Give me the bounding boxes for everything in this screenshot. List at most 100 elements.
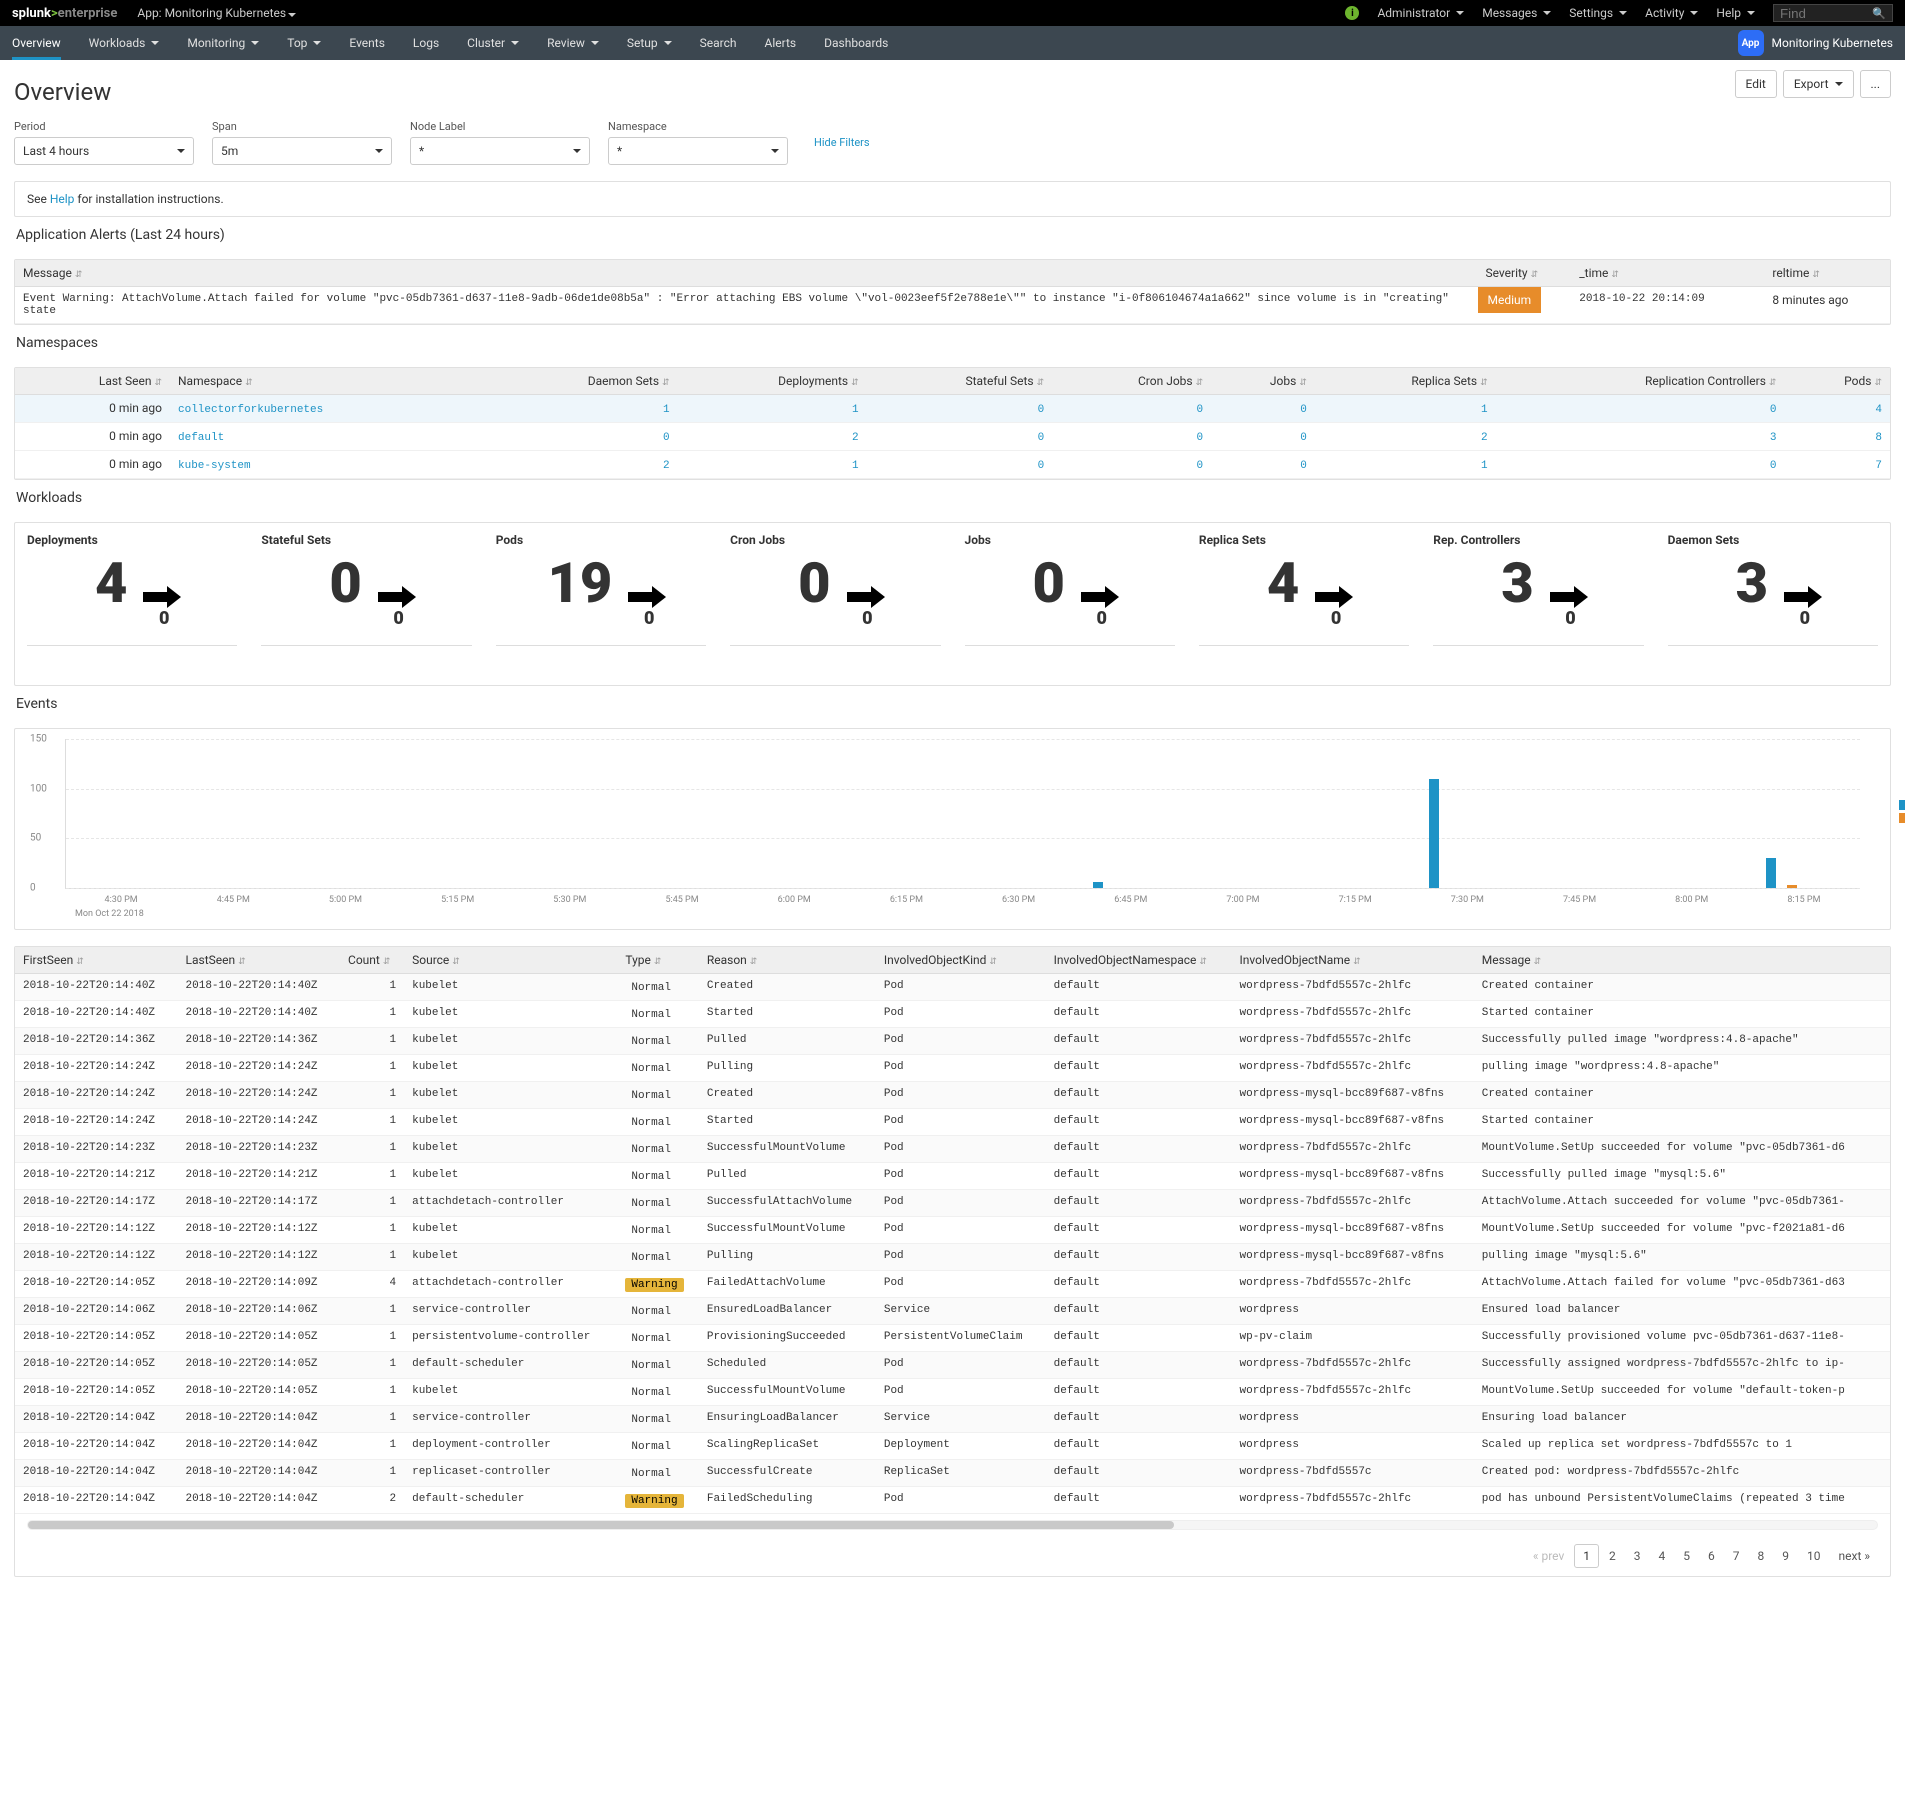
ns-value[interactable]: 0 — [1197, 460, 1204, 472]
hide-filters-link[interactable]: Hide Filters — [814, 136, 870, 149]
ns-col[interactable]: Cron Jobs⇵ — [1052, 368, 1211, 395]
ns-value[interactable]: 4 — [1875, 404, 1882, 416]
nav-search[interactable]: Search — [700, 26, 737, 60]
nav-logs[interactable]: Logs — [413, 26, 439, 60]
ns-col[interactable]: Pods⇵ — [1784, 368, 1890, 395]
ev-col[interactable]: Type⇵ — [617, 947, 698, 974]
period-dropdown[interactable]: Last 4 hours — [14, 137, 194, 165]
ns-value[interactable]: 0 — [1038, 432, 1045, 444]
ev-col[interactable]: LastSeen⇵ — [178, 947, 341, 974]
ns-link[interactable]: collectorforkubernetes — [178, 404, 323, 416]
pager-page[interactable]: 10 — [1799, 1545, 1829, 1567]
pager-next[interactable]: next » — [1831, 1545, 1878, 1567]
ev-col[interactable]: Message⇵ — [1474, 947, 1890, 974]
ns-value[interactable]: 2 — [852, 432, 859, 444]
ns-col[interactable]: Namespace⇵ — [170, 368, 486, 395]
scrollbar-thumb[interactable] — [28, 1521, 1174, 1529]
ns-value[interactable]: 0 — [1197, 432, 1204, 444]
pager-page[interactable]: 4 — [1651, 1545, 1674, 1567]
chevron-down-icon — [573, 149, 581, 153]
chevron-down-icon — [511, 41, 519, 45]
nav-setup[interactable]: Setup — [627, 26, 672, 60]
ev-col[interactable]: InvolvedObjectName⇵ — [1232, 947, 1474, 974]
messages-menu[interactable]: Messages — [1482, 6, 1551, 20]
ns-value[interactable]: 1 — [852, 404, 859, 416]
nav-monitoring[interactable]: Monitoring — [187, 26, 259, 60]
nav-overview[interactable]: Overview — [12, 26, 61, 60]
ns-value[interactable]: 0 — [1038, 460, 1045, 472]
ns-value[interactable]: 2 — [1481, 432, 1488, 444]
ev-col[interactable]: InvolvedObjectNamespace⇵ — [1046, 947, 1232, 974]
nodelabel-dropdown[interactable]: * — [410, 137, 590, 165]
edit-button[interactable]: Edit — [1735, 70, 1777, 98]
find-box[interactable]: 🔍 — [1773, 4, 1893, 22]
ns-link[interactable]: default — [178, 432, 224, 444]
find-input[interactable] — [1780, 6, 1860, 21]
ns-value[interactable]: 0 — [663, 432, 670, 444]
namespace-dropdown[interactable]: * — [608, 137, 788, 165]
pager-page[interactable]: 7 — [1725, 1545, 1748, 1567]
col-time[interactable]: _time⇵ — [1571, 260, 1764, 287]
ns-col[interactable]: Last Seen⇵ — [15, 368, 170, 395]
pager-page[interactable]: 8 — [1750, 1545, 1773, 1567]
col-severity[interactable]: Severity⇵ — [1478, 260, 1572, 287]
ns-col[interactable]: Replication Controllers⇵ — [1496, 368, 1785, 395]
workload-value: 0 — [1032, 555, 1064, 611]
horizontal-scrollbar[interactable] — [27, 1520, 1878, 1530]
nav-alerts[interactable]: Alerts — [765, 26, 797, 60]
ns-col[interactable]: Jobs⇵ — [1211, 368, 1315, 395]
ns-value[interactable]: 1 — [1481, 404, 1488, 416]
alert-reltime: 8 minutes ago — [1764, 287, 1890, 324]
ns-value[interactable]: 8 — [1875, 432, 1882, 444]
ns-col[interactable]: Deployments⇵ — [678, 368, 867, 395]
ns-value[interactable]: 3 — [1770, 432, 1777, 444]
ns-value[interactable]: 2 — [663, 460, 670, 472]
nav-dashboards[interactable]: Dashboards — [824, 26, 888, 60]
nav-workloads[interactable]: Workloads — [89, 26, 160, 60]
info-icon[interactable]: i — [1345, 6, 1359, 20]
ev-col[interactable]: Count⇵ — [340, 947, 404, 974]
pager-page[interactable]: 3 — [1626, 1545, 1649, 1567]
ns-value[interactable]: 0 — [1300, 432, 1307, 444]
ns-col[interactable]: Replica Sets⇵ — [1315, 368, 1496, 395]
ev-col[interactable]: Source⇵ — [404, 947, 617, 974]
activity-menu[interactable]: Activity — [1645, 6, 1698, 20]
ev-col[interactable]: InvolvedObjectKind⇵ — [876, 947, 1046, 974]
trend-arrow-icon — [847, 592, 873, 602]
logo[interactable]: splunk>enterprise — [12, 6, 117, 21]
app-switcher[interactable]: App: Monitoring Kubernetes — [137, 6, 296, 20]
help-link[interactable]: Help — [50, 192, 75, 206]
ns-value[interactable]: 0 — [1300, 460, 1307, 472]
help-menu[interactable]: Help — [1716, 6, 1755, 20]
export-button[interactable]: Export — [1783, 70, 1854, 98]
ns-link[interactable]: kube-system — [178, 460, 251, 472]
ns-value[interactable]: 0 — [1197, 404, 1204, 416]
pager-page[interactable]: 6 — [1700, 1545, 1723, 1567]
col-message[interactable]: Message⇵ — [15, 260, 1478, 287]
ns-value[interactable]: 0 — [1770, 404, 1777, 416]
ns-value[interactable]: 7 — [1875, 460, 1882, 472]
ns-value[interactable]: 1 — [852, 460, 859, 472]
ev-col[interactable]: FirstSeen⇵ — [15, 947, 178, 974]
ns-value[interactable]: 1 — [663, 404, 670, 416]
ev-col[interactable]: Reason⇵ — [699, 947, 876, 974]
settings-menu[interactable]: Settings — [1569, 6, 1627, 20]
admin-menu[interactable]: Administrator — [1377, 6, 1464, 20]
ns-value[interactable]: 0 — [1300, 404, 1307, 416]
ns-value[interactable]: 1 — [1481, 460, 1488, 472]
nav-top[interactable]: Top — [287, 26, 321, 60]
span-dropdown[interactable]: 5m — [212, 137, 392, 165]
ns-col[interactable]: Daemon Sets⇵ — [486, 368, 678, 395]
nav-cluster[interactable]: Cluster — [467, 26, 519, 60]
nav-events[interactable]: Events — [349, 26, 385, 60]
ns-col[interactable]: Stateful Sets⇵ — [867, 368, 1053, 395]
pager-page[interactable]: 1 — [1574, 1544, 1599, 1568]
more-button[interactable]: ... — [1860, 70, 1892, 98]
col-reltime[interactable]: reltime⇵ — [1764, 260, 1890, 287]
nav-review[interactable]: Review — [547, 26, 599, 60]
pager-page[interactable]: 2 — [1601, 1545, 1624, 1567]
ns-value[interactable]: 0 — [1770, 460, 1777, 472]
pager-page[interactable]: 5 — [1675, 1545, 1698, 1567]
ns-value[interactable]: 0 — [1038, 404, 1045, 416]
pager-page[interactable]: 9 — [1774, 1545, 1797, 1567]
